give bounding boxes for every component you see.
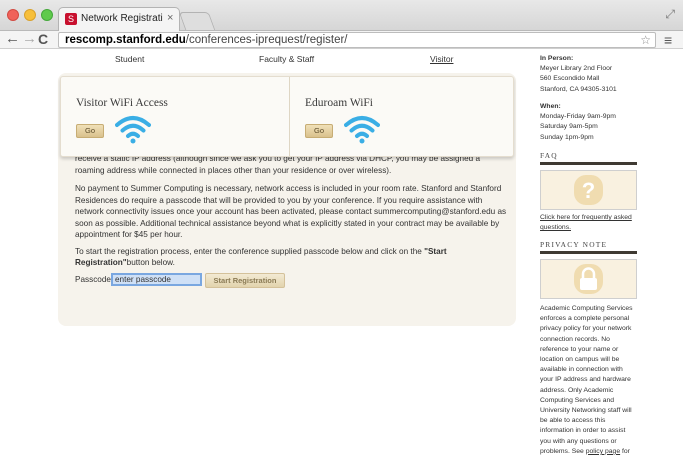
- visitor-wifi-card: Visitor WiFi Access Go: [61, 77, 288, 156]
- privacy-heading: PRIVACY NOTE: [540, 240, 608, 249]
- passcode-input[interactable]: [111, 273, 202, 286]
- hours-line: Saturday 9am-5pm: [540, 123, 598, 131]
- window-close-button[interactable]: [7, 9, 19, 21]
- privacy-divider: [540, 251, 637, 254]
- favicon-icon: S: [65, 13, 77, 25]
- audience-tabs: Student Faculty & Staff Visitor: [0, 50, 530, 66]
- instructions-paragraph: To start the registration process, enter…: [75, 246, 510, 269]
- bookmark-star-icon[interactable]: ☆: [640, 33, 651, 48]
- address-line: 560 Escondido Mall: [540, 75, 600, 83]
- wifi-options-box: Visitor WiFi Access Go Eduroam WiFi Go: [60, 76, 514, 157]
- faq-divider: [540, 162, 637, 165]
- instructions-text: To start the registration process, enter…: [75, 246, 425, 256]
- back-arrow-icon[interactable]: ←: [5, 30, 20, 48]
- eduroam-wifi-card: Eduroam WiFi Go: [289, 77, 513, 156]
- privacy-image: [540, 259, 637, 299]
- privacy-body: Academic Computing Services enforces a c…: [540, 305, 633, 455]
- in-person-block: In Person: Meyer Library 2nd Floor 560 E…: [540, 54, 640, 95]
- window-maximize-button[interactable]: [41, 9, 53, 21]
- question-mark-icon: ?: [574, 175, 603, 205]
- reload-icon[interactable]: C: [38, 30, 48, 48]
- address-line: Stanford, CA 94305-3101: [540, 85, 617, 93]
- window-minimize-button[interactable]: [24, 9, 36, 21]
- passcode-form: Passcode: Start Registration: [75, 272, 375, 288]
- url-path: /conferences-iprequest/register/: [185, 34, 348, 46]
- browser-titlebar: S Network Registration | Sta × ⤢: [0, 0, 683, 31]
- forward-arrow-icon[interactable]: →: [22, 30, 37, 48]
- wifi-icon: [344, 116, 380, 144]
- hours-block: When: Monday-Friday 9am-9pm Saturday 9am…: [540, 102, 640, 143]
- address-line: Meyer Library 2nd Floor: [540, 65, 613, 73]
- browser-toolbar: ← → C rescomp.stanford.edu/conferences-i…: [0, 30, 683, 49]
- tab-close-icon[interactable]: ×: [167, 12, 173, 24]
- eduroam-wifi-go-button[interactable]: Go: [305, 124, 333, 138]
- tab-visitor[interactable]: Visitor: [430, 54, 453, 64]
- roaming-address-text: receive a static IP address (although si…: [75, 155, 481, 175]
- tab-faculty-staff[interactable]: Faculty & Staff: [259, 54, 314, 64]
- start-registration-button[interactable]: Start Registration: [205, 273, 285, 288]
- address-bar[interactable]: rescomp.stanford.edu/conferences-ipreque…: [58, 32, 656, 48]
- when-heading: When:: [540, 103, 561, 110]
- visitor-wifi-title: Visitor WiFi Access: [76, 97, 168, 109]
- new-tab-button[interactable]: [178, 12, 216, 30]
- page-content: Student Faculty & Staff Visitor receive …: [0, 50, 683, 458]
- instructions-tail: button below.: [126, 258, 175, 267]
- in-person-heading: In Person:: [540, 55, 574, 62]
- lock-icon: [574, 264, 603, 294]
- partially-hidden-paragraph: receive a static IP address (although si…: [75, 155, 510, 179]
- passcode-label: Passcode:: [75, 275, 114, 284]
- url-host: rescomp.stanford.edu: [65, 34, 186, 46]
- faq-link[interactable]: Click here for frequently asked question…: [540, 213, 637, 233]
- url-text: rescomp.stanford.edu/conferences-ipreque…: [65, 33, 348, 48]
- tab-student[interactable]: Student: [115, 54, 144, 64]
- hamburger-menu-icon[interactable]: ≡: [664, 31, 672, 49]
- tab-title: Network Registration | Sta: [81, 13, 163, 24]
- visitor-wifi-go-button[interactable]: Go: [76, 124, 104, 138]
- faq-image[interactable]: ?: [540, 170, 637, 210]
- hours-line: Sunday 1pm-9pm: [540, 133, 594, 141]
- fullscreen-icon[interactable]: ⤢: [665, 7, 675, 22]
- policy-page-link[interactable]: policy page: [586, 448, 620, 455]
- svg-text:?: ?: [582, 178, 595, 203]
- wifi-icon: [115, 116, 151, 144]
- payment-paragraph: No payment to Summer Computing is necess…: [75, 184, 507, 239]
- browser-tab[interactable]: S Network Registration | Sta ×: [58, 7, 180, 31]
- eduroam-wifi-title: Eduroam WiFi: [305, 97, 374, 109]
- privacy-note-text: Academic Computing Services enforces a c…: [540, 304, 637, 458]
- main-body-text: receive a static IP address (although si…: [75, 155, 510, 274]
- hours-line: Monday-Friday 9am-9pm: [540, 113, 616, 121]
- faq-heading: FAQ: [540, 151, 558, 160]
